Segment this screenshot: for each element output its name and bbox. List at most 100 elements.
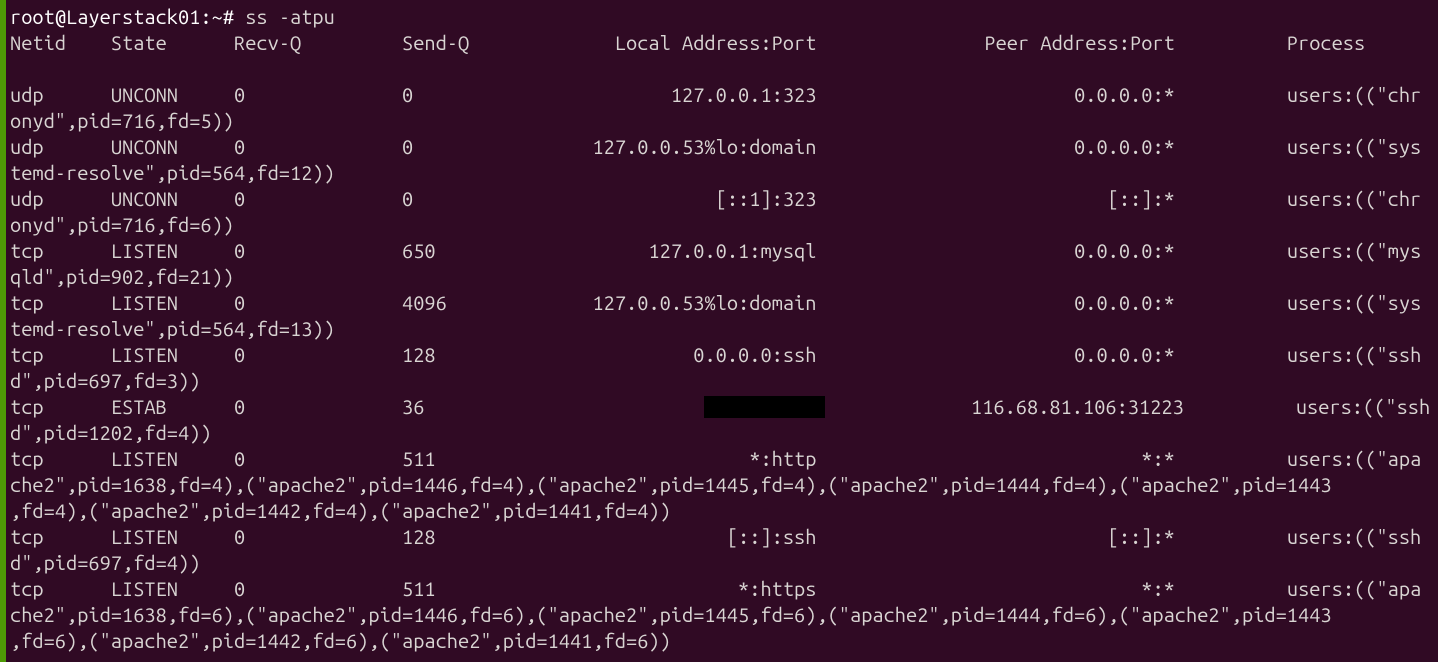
table-row: tcp LISTEN 0 128 0.0.0.0:ssh 0.0.0.0:* u… [10,343,1421,366]
col-state: LISTEN [111,447,178,470]
col-sendq: 128 [402,343,436,366]
col-sendq: 511 [402,447,436,470]
col-local: [::1]:323 [716,187,817,210]
col-local: 127.0.0.1:323 [671,83,817,106]
table-row-continuation: ,fd=4),("apache2",pid=1442,fd=4),("apach… [10,499,671,522]
col-state: UNCONN [111,135,178,158]
col-sendq: 36 [402,395,424,418]
col-recvq: 0 [234,291,245,314]
col-peer: [::]:* [1108,187,1175,210]
col-local: 127.0.0.53%lo:domain [592,291,816,314]
col-peer: 0.0.0.0:* [1074,239,1175,262]
terminal-window[interactable]: root@Layerstack01:~# ss -atpu Netid Stat… [0,0,1438,662]
table-row: tcp ESTAB 0 36 116.68.81.106:31223 users… [10,395,1430,418]
table-row-continuation: temd-resolve",pid=564,fd=13)) [10,317,335,340]
prompt-path: ~ [212,5,223,28]
col-sendq: 0 [402,83,413,106]
col-sendq: 128 [402,525,436,548]
redacted-local-address [704,396,825,418]
table-row-continuation: ,fd=6),("apache2",pid=1442,fd=6),("apach… [10,629,671,652]
col-process: users:(("mys [1287,239,1421,262]
table-row-continuation: temd-resolve",pid=564,fd=12)) [10,161,335,184]
col-netid: tcp [10,343,44,366]
col-peer: 116.68.81.106:31223 [971,395,1184,418]
table-row: udp UNCONN 0 0 [::1]:323 [::]:* users:((… [10,187,1421,210]
col-process: users:(("chr [1287,83,1421,106]
col-recvq: 0 [234,395,245,418]
col-netid: tcp [10,291,44,314]
col-peer: 0.0.0.0:* [1074,83,1175,106]
col-state: LISTEN [111,343,178,366]
table-row: tcp LISTEN 0 4096 127.0.0.53%lo:domain 0… [10,291,1421,314]
col-netid: tcp [10,577,44,600]
prompt-symbol: # [223,5,234,28]
col-peer: 0.0.0.0:* [1074,291,1175,314]
col-local: 0.0.0.0:ssh [693,343,816,366]
table-row-continuation: d",pid=697,fd=4)) [10,551,200,574]
col-recvq: 0 [234,239,245,262]
col-recvq: 0 [234,343,245,366]
col-sendq: 511 [402,577,436,600]
blank-line [10,57,21,80]
table-row-continuation: d",pid=697,fd=3)) [10,369,200,392]
col-recvq: 0 [234,135,245,158]
table-row: tcp LISTEN 0 511 *:http *:* users:(("apa [10,447,1421,470]
col-peer: [::]:* [1108,525,1175,548]
col-process: users:(("ssh [1296,395,1430,418]
col-peer: *:* [1141,577,1175,600]
col-peer: *:* [1141,447,1175,470]
col-process: users:(("apa [1287,577,1421,600]
col-local: 127.0.0.53%lo:domain [592,135,816,158]
col-state: LISTEN [111,577,178,600]
table-row: tcp LISTEN 0 511 *:https *:* users:(("ap… [10,577,1421,600]
table-row-continuation: che2",pid=1638,fd=6),("apache2",pid=1446… [10,603,1332,626]
col-recvq: 0 [234,525,245,548]
col-netid: udp [10,187,44,210]
command-text: ss -atpu [245,5,335,28]
prompt-colon: : [200,5,211,28]
col-local: [::]:ssh [727,525,817,548]
col-state: LISTEN [111,239,178,262]
table-row: tcp LISTEN 0 650 127.0.0.1:mysql 0.0.0.0… [10,239,1421,262]
table-row: tcp LISTEN 0 128 [::]:ssh [::]:* users:(… [10,525,1421,548]
col-sendq: 4096 [402,291,447,314]
col-local: *:https [738,577,816,600]
table-row-continuation: qld",pid=902,fd=21)) [10,265,234,288]
col-recvq: 0 [234,577,245,600]
table-header: Netid State Recv-Q Send-Q Local Address:… [10,31,1365,54]
col-sendq: 0 [402,187,413,210]
col-recvq: 0 [234,447,245,470]
col-netid: tcp [10,525,44,548]
col-process: users:(("ssh [1287,525,1421,548]
table-row: udp UNCONN 0 0 127.0.0.1:323 0.0.0.0:* u… [10,83,1421,106]
col-process: users:(("apa [1287,447,1421,470]
col-netid: udp [10,83,44,106]
table-row-continuation: onyd",pid=716,fd=6)) [10,213,234,236]
col-netid: tcp [10,395,44,418]
col-netid: tcp [10,239,44,262]
col-process: users:(("ssh [1287,343,1421,366]
table-row-continuation: che2",pid=1638,fd=4),("apache2",pid=1446… [10,473,1332,496]
col-sendq: 0 [402,135,413,158]
col-recvq: 0 [234,83,245,106]
col-netid: tcp [10,447,44,470]
col-state: ESTAB [111,395,167,418]
col-state: UNCONN [111,83,178,106]
table-row-continuation: d",pid=1202,fd=4)) [10,421,212,444]
col-local: *:http [749,447,816,470]
col-peer: 0.0.0.0:* [1074,343,1175,366]
col-process: users:(("sys [1287,135,1421,158]
col-state: UNCONN [111,187,178,210]
col-process: users:(("sys [1287,291,1421,314]
col-peer: 0.0.0.0:* [1074,135,1175,158]
col-recvq: 0 [234,187,245,210]
prompt-userhost: root@Layerstack01 [10,5,200,28]
col-state: LISTEN [111,291,178,314]
col-state: LISTEN [111,525,178,548]
col-sendq: 650 [402,239,436,262]
table-row: udp UNCONN 0 0 127.0.0.53%lo:domain 0.0.… [10,135,1421,158]
col-netid: udp [10,135,44,158]
col-process: users:(("chr [1287,187,1421,210]
col-local: 127.0.0.1:mysql [648,239,816,262]
table-row-continuation: onyd",pid=716,fd=5)) [10,109,234,132]
